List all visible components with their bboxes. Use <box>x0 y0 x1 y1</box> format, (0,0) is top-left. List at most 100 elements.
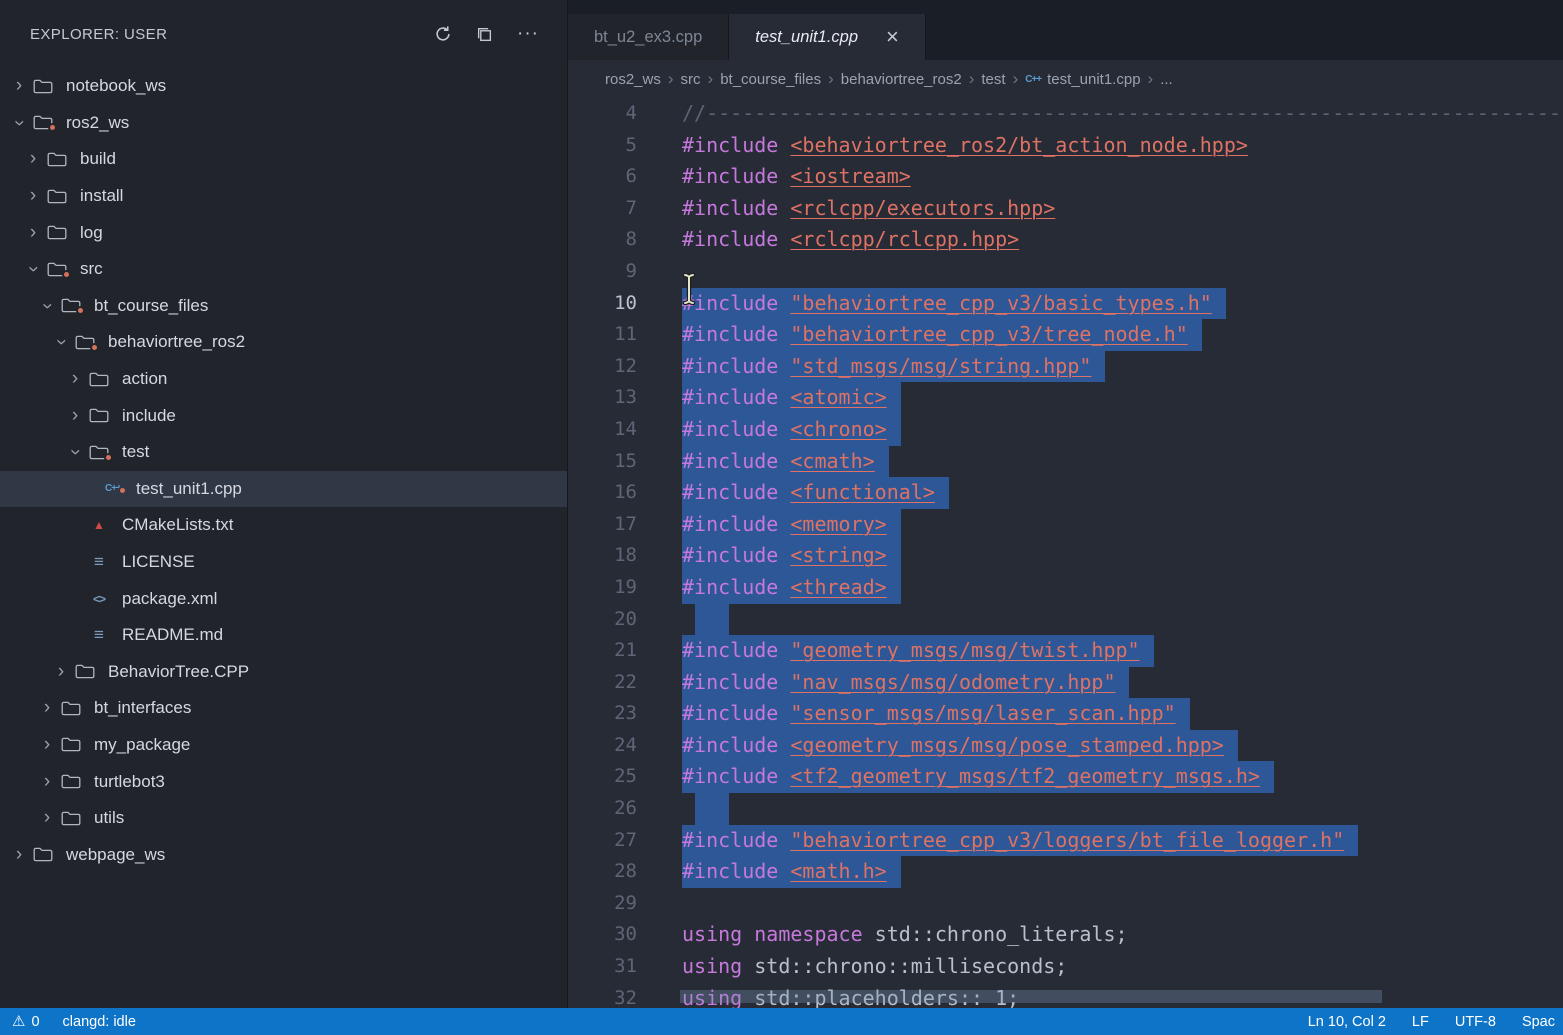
code-line[interactable]: 15#include <cmath> <box>568 446 1563 478</box>
code-line[interactable]: 10#include "behaviortree_cpp_v3/basic_ty… <box>568 288 1563 320</box>
code-line[interactable]: 21#include "geometry_msgs/msg/twist.hpp" <box>568 635 1563 667</box>
tree-item-package.xml[interactable]: <>package.xml <box>0 580 567 617</box>
tree-item-src[interactable]: ›src <box>0 251 567 288</box>
code-line[interactable]: 6#include <iostream> <box>568 161 1563 193</box>
code-line[interactable]: 9 <box>568 256 1563 288</box>
tree-item-behaviortree_ros2[interactable]: ›behaviortree_ros2 <box>0 324 567 361</box>
problems-indicator[interactable]: ⚠ 0 <box>12 1014 40 1030</box>
tree-item-bt_interfaces[interactable]: ›bt_interfaces <box>0 690 567 727</box>
horizontal-scrollbar-thumb[interactable] <box>680 990 1382 1003</box>
code-line[interactable]: 19#include <thread> <box>568 572 1563 604</box>
code-line[interactable]: 14#include <chrono> <box>568 414 1563 446</box>
code-line[interactable]: 30using namespace std::chrono_literals; <box>568 919 1563 951</box>
tree-item-notebook_ws[interactable]: ›notebook_ws <box>0 68 567 105</box>
breadcrumb-item-...[interactable]: ... <box>1160 71 1173 88</box>
code-line[interactable]: 8#include <rclcpp/rclcpp.hpp> <box>568 224 1563 256</box>
chevron-right-icon[interactable]: › <box>24 224 42 242</box>
tree-item-turtlebot3[interactable]: ›turtlebot3 <box>0 763 567 800</box>
close-icon[interactable]: × <box>886 28 899 46</box>
tree-item-include[interactable]: ›include <box>0 397 567 434</box>
breadcrumb-item-test[interactable]: test <box>981 71 1005 88</box>
tree-item-webpage_ws[interactable]: ›webpage_ws <box>0 836 567 873</box>
indentation-indicator[interactable]: Spac <box>1522 1014 1555 1030</box>
tree-item-ros2_ws[interactable]: ›ros2_ws <box>0 105 567 142</box>
tree-item-action[interactable]: ›action <box>0 361 567 398</box>
line-text: //--------------------------------------… <box>682 98 1563 130</box>
line-text: #include "nav_msgs/msg/odometry.hpp" <box>682 667 1129 699</box>
tree-item-my_package[interactable]: ›my_package <box>0 727 567 764</box>
code-line[interactable]: 22 #include "nav_msgs/msg/odometry.hpp" <box>568 667 1563 699</box>
code-line[interactable]: 31using std::chrono::milliseconds; <box>568 951 1563 983</box>
tree-item-test_unit1.cpp[interactable]: C++test_unit1.cpp <box>0 471 567 508</box>
line-number: 22 <box>568 667 637 699</box>
cursor-position[interactable]: Ln 10, Col 2 <box>1308 1014 1386 1030</box>
eol-indicator[interactable]: LF <box>1412 1014 1429 1030</box>
code-line[interactable]: 7#include <rclcpp/executors.hpp> <box>568 193 1563 225</box>
breadcrumb-item-bt_course_files[interactable]: bt_course_files <box>720 71 821 88</box>
code-line[interactable]: 4//-------------------------------------… <box>568 98 1563 130</box>
chevron-right-icon[interactable]: › <box>38 809 56 827</box>
tree-item-README.md[interactable]: ≡README.md <box>0 617 567 654</box>
tree-item-test[interactable]: ›test <box>0 434 567 471</box>
chevron-right-icon[interactable]: › <box>52 663 70 681</box>
more-actions-icon[interactable]: ··· <box>517 29 539 39</box>
code-line[interactable]: 12#include "std_msgs/msg/string.hpp" <box>568 351 1563 383</box>
code-line[interactable]: 16#include <functional> <box>568 477 1563 509</box>
code-line[interactable]: 13#include <atomic> <box>568 382 1563 414</box>
encoding-indicator[interactable]: UTF-8 <box>1455 1014 1496 1030</box>
editor-tab-test_unit1.cpp[interactable]: test_unit1.cpp× <box>729 14 926 60</box>
code-line[interactable]: 17#include <memory> <box>568 509 1563 541</box>
chevron-right-icon: › <box>668 72 674 86</box>
chevron-down-icon[interactable]: › <box>38 297 56 315</box>
code-line[interactable]: 26 <box>568 793 1563 825</box>
chevron-right-icon[interactable]: › <box>24 150 42 168</box>
code-line[interactable]: 24#include <geometry_msgs/msg/pose_stamp… <box>568 730 1563 762</box>
tree-item-install[interactable]: ›install <box>0 178 567 215</box>
tree-item-utils[interactable]: ›utils <box>0 800 567 837</box>
chevron-right-icon[interactable]: › <box>66 370 84 388</box>
tree-item-LICENSE[interactable]: ≡LICENSE <box>0 544 567 581</box>
chevron-right-icon[interactable]: › <box>10 846 28 864</box>
code-line[interactable]: 20 <box>568 604 1563 636</box>
breadcrumb-item-src[interactable]: src <box>681 71 701 88</box>
code-line[interactable]: 25#include <tf2_geometry_msgs/tf2_geomet… <box>568 761 1563 793</box>
breadcrumb-item-ros2_ws[interactable]: ros2_ws <box>605 71 661 88</box>
code-line[interactable]: 18#include <string> <box>568 540 1563 572</box>
line-number: 24 <box>568 730 637 762</box>
tree-item-BehaviorTree.CPP[interactable]: ›BehaviorTree.CPP <box>0 654 567 691</box>
refresh-icon[interactable] <box>434 25 452 43</box>
chevron-down-icon[interactable]: › <box>24 260 42 278</box>
code-line[interactable]: 29 <box>568 888 1563 920</box>
line-number: 26 <box>568 793 637 825</box>
tree-item-bt_course_files[interactable]: ›bt_course_files <box>0 288 567 325</box>
breadcrumb-item-behaviortree_ros2[interactable]: behaviortree_ros2 <box>841 71 962 88</box>
copy-icon[interactable] <box>476 26 493 43</box>
chevron-right-icon[interactable]: › <box>38 736 56 754</box>
code-line[interactable]: 5#include <behaviortree_ros2/bt_action_n… <box>568 130 1563 162</box>
line-text: #include <string> <box>682 540 901 572</box>
code-line[interactable]: 11#include "behaviortree_cpp_v3/tree_nod… <box>568 319 1563 351</box>
tree-item-CMakeLists.txt[interactable]: ▲CMakeLists.txt <box>0 507 567 544</box>
chevron-right-icon[interactable]: › <box>66 407 84 425</box>
tree-item-log[interactable]: ›log <box>0 214 567 251</box>
chevron-right-icon[interactable]: › <box>38 699 56 717</box>
language-server-status[interactable]: clangd: idle <box>63 1014 136 1030</box>
line-number: 21 <box>568 635 637 667</box>
chevron-right-icon[interactable]: › <box>24 187 42 205</box>
chevron-down-icon[interactable]: › <box>66 443 84 461</box>
tree-item-label: README.md <box>122 625 223 645</box>
editor-tab-bt_u2_ex3.cpp[interactable]: bt_u2_ex3.cpp <box>568 14 729 60</box>
editor-group: bt_u2_ex3.cpptest_unit1.cpp× ros2_ws › src… <box>568 0 1563 1008</box>
chevron-down-icon[interactable]: › <box>10 114 28 132</box>
code-line[interactable]: 23#include "sensor_msgs/msg/laser_scan.h… <box>568 698 1563 730</box>
chevron-right-icon[interactable]: › <box>10 77 28 95</box>
code-line[interactable]: 28#include <math.h> <box>568 856 1563 888</box>
line-number: 11 <box>568 319 637 351</box>
breadcrumb-item-test_unit1.cpp[interactable]: C++test_unit1.cpp <box>1025 71 1140 88</box>
code-line[interactable]: 27#include "behaviortree_cpp_v3/loggers/… <box>568 825 1563 857</box>
code-editor[interactable]: 4//-------------------------------------… <box>568 98 1563 1008</box>
tree-item-build[interactable]: ›build <box>0 141 567 178</box>
chevron-down-icon[interactable]: › <box>52 333 70 351</box>
chevron-right-icon[interactable]: › <box>38 773 56 791</box>
problems-count: 0 <box>31 1014 39 1030</box>
